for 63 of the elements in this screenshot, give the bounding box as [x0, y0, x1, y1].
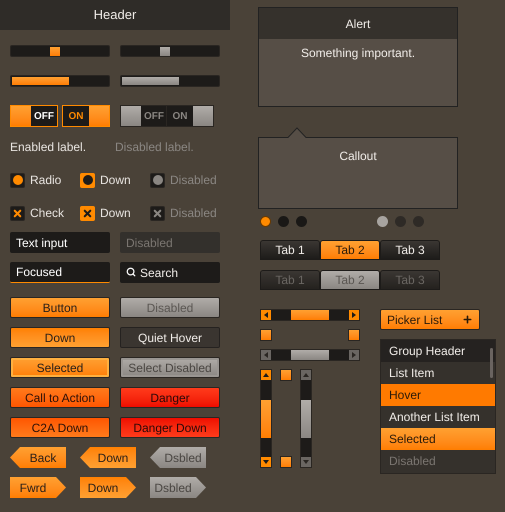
- scroll-down-icon[interactable]: [261, 457, 271, 467]
- list-item[interactable]: List Item: [381, 362, 495, 384]
- square-handle[interactable]: [280, 456, 292, 468]
- tab[interactable]: Tab 1: [260, 240, 320, 260]
- button[interactable]: Call to Action: [10, 387, 110, 408]
- button[interactable]: Down: [10, 327, 110, 348]
- scroll-left-icon[interactable]: [261, 310, 271, 320]
- vertical-scrollbar[interactable]: [260, 369, 272, 468]
- checkbox-label: Down: [100, 205, 131, 222]
- list-item[interactable]: Hover: [381, 384, 495, 406]
- button[interactable]: Button: [10, 297, 110, 318]
- radio-label: Disabled: [170, 172, 217, 189]
- horizontal-scrollbar[interactable]: [260, 309, 360, 321]
- radio-button[interactable]: [10, 172, 25, 188]
- picker-list-button[interactable]: Picker List: [380, 309, 480, 330]
- alert-title: Alert: [346, 16, 370, 32]
- forward-button[interactable]: Down: [80, 477, 136, 498]
- alert-message: Something important.: [300, 45, 416, 62]
- list-group-header: Group Header: [381, 340, 495, 362]
- x-mark-icon: [152, 208, 163, 218]
- checkbox[interactable]: [80, 206, 95, 220]
- slider[interactable]: [120, 45, 220, 57]
- scrollbar-thumb[interactable]: [291, 310, 329, 320]
- scrollbar-thumb[interactable]: [261, 400, 271, 438]
- checkbox[interactable]: [10, 206, 25, 220]
- scroll-up-icon[interactable]: [261, 370, 271, 380]
- list-item[interactable]: Selected: [381, 428, 495, 450]
- back-button[interactable]: Back: [10, 447, 66, 468]
- back-button[interactable]: Down: [80, 447, 136, 468]
- toggle-switch[interactable]: OFF: [10, 105, 58, 127]
- button[interactable]: Danger: [120, 387, 220, 408]
- button[interactable]: C2A Down: [10, 417, 110, 438]
- label: Enabled label.: [10, 139, 88, 156]
- header-title: Header: [94, 6, 136, 24]
- checkbox-label: Disabled: [170, 205, 217, 222]
- radio-button[interactable]: [80, 172, 95, 188]
- list-item[interactable]: Another List Item: [381, 406, 495, 428]
- button[interactable]: Danger Down: [120, 417, 220, 438]
- button[interactable]: Quiet Hover: [120, 327, 220, 348]
- plus-icon: [462, 314, 473, 325]
- tab[interactable]: Tab 3: [380, 240, 440, 260]
- scroll-right-icon[interactable]: [349, 310, 359, 320]
- label: Disabled label.: [115, 139, 195, 156]
- list-scrollbar-thumb[interactable]: [490, 348, 493, 378]
- checkbox-label: Check: [30, 205, 64, 222]
- square-handle[interactable]: [348, 329, 360, 341]
- button[interactable]: Selected: [10, 357, 110, 378]
- text-input[interactable]: Focused: [10, 262, 110, 283]
- text-input[interactable]: Text input: [10, 232, 110, 253]
- radio-label: Down: [100, 172, 131, 189]
- forward-button[interactable]: Fwrd: [10, 477, 66, 498]
- search-icon: [126, 267, 136, 277]
- tab[interactable]: Tab 2: [320, 240, 380, 260]
- square-handle[interactable]: [280, 369, 292, 381]
- callout-text: Callout: [339, 149, 377, 163]
- slider[interactable]: [10, 45, 110, 57]
- toggle-switch[interactable]: ON: [62, 105, 110, 127]
- radio-label: Radio: [30, 172, 62, 189]
- slider-thumb[interactable]: [50, 47, 60, 56]
- search-field[interactable]: Search: [120, 262, 220, 283]
- x-mark-icon: [82, 208, 93, 218]
- square-handle[interactable]: [260, 329, 272, 341]
- x-mark-icon: [12, 208, 23, 218]
